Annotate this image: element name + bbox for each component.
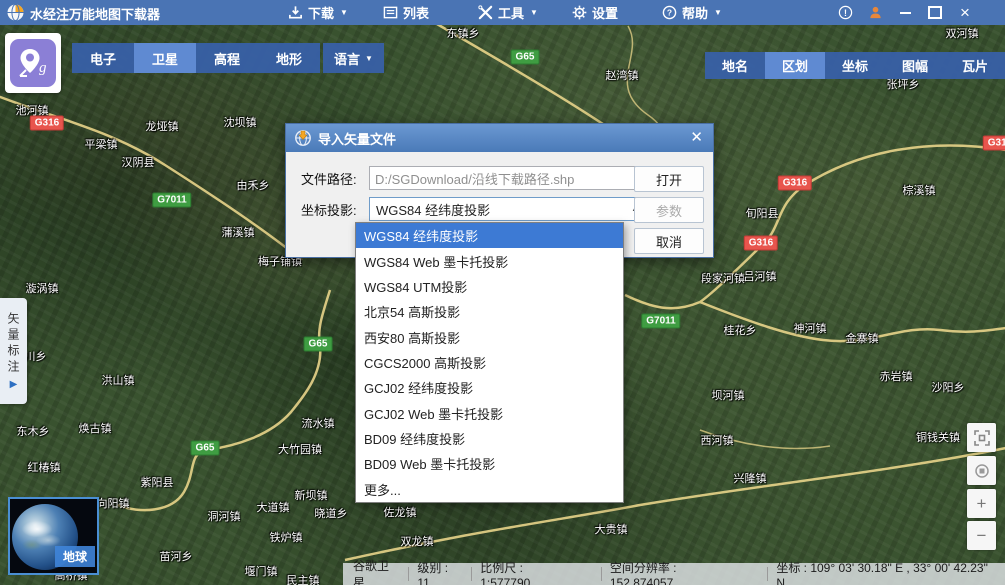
tab-satellite-map[interactable]: 卫星	[134, 43, 196, 73]
zoom-in-button[interactable]: +	[967, 489, 996, 518]
projection-option[interactable]: WGS84 UTM投影	[356, 274, 623, 299]
tab-admin-regions[interactable]: 区划	[765, 52, 825, 79]
chevron-down-icon: ▼	[714, 8, 722, 17]
user-icon	[868, 5, 883, 20]
info-icon: !	[838, 5, 853, 20]
svg-text:!: !	[844, 8, 847, 18]
dialog-titlebar[interactable]: 导入矢量文件 ✕	[286, 124, 713, 152]
minimize-button[interactable]	[892, 0, 918, 25]
divider	[471, 567, 472, 581]
chevron-right-icon: ▶	[10, 379, 18, 390]
svg-text:?: ?	[667, 8, 672, 18]
tab-elevation-map[interactable]: 高程	[196, 43, 258, 73]
cancel-button[interactable]: 取消	[634, 228, 704, 254]
minimize-icon	[900, 12, 911, 14]
menu-download[interactable]: 下载 ▼	[284, 0, 352, 25]
fullscreen-button[interactable]	[967, 423, 996, 452]
projection-label: 坐标投影:	[301, 200, 369, 219]
projection-dropdown: WGS84 经纬度投影WGS84 Web 墨卡托投影WGS84 UTM投影北京5…	[355, 222, 624, 503]
maximize-button[interactable]	[922, 0, 948, 25]
zoom-level-label: 级别 : 11	[417, 559, 463, 585]
open-button[interactable]: 打开	[634, 166, 704, 192]
chevron-down-icon: ▼	[530, 8, 538, 17]
user-account-button[interactable]	[862, 0, 888, 25]
app-window: 东镇乡双河镇赵湾镇张坪乡池河镇龙垭镇沈坝镇平梁镇汉阴县由禾乡棕溪镇旬阳县蒲溪镇梅…	[0, 0, 1005, 585]
fullscreen-icon	[974, 430, 990, 446]
menu-list-label: 列表	[403, 3, 429, 22]
projection-combobox[interactable]: WGS84 经纬度投影 ▲	[369, 197, 645, 221]
menu-download-label: 下载	[308, 3, 334, 22]
map-type-tabs: 电子 卫星 高程 地形	[72, 43, 320, 73]
params-button[interactable]: 参数	[634, 197, 704, 223]
tab-tiles[interactable]: 瓦片	[945, 52, 1005, 79]
title-bar: 水经注万能地图下载器 下载 ▼ 列表 工具 ▼	[0, 0, 1005, 25]
tab-coordinates[interactable]: 坐标	[825, 52, 885, 79]
projection-option[interactable]: BD09 经纬度投影	[356, 426, 623, 451]
locate-button[interactable]	[967, 456, 996, 485]
close-icon[interactable]: ✕	[690, 128, 703, 146]
tools-icon	[478, 5, 493, 20]
map-source-label: 谷歌卫星	[353, 557, 400, 585]
status-bar: 谷歌卫星 级别 : 11 比例尺 : 1:577790 空间分辨率 : 152.…	[343, 563, 1005, 585]
list-icon	[383, 5, 398, 20]
tab-place-names[interactable]: 地名	[705, 52, 765, 79]
projection-option[interactable]: WGS84 经纬度投影	[356, 223, 623, 248]
dialog-title: 导入矢量文件	[318, 129, 396, 148]
divider	[408, 567, 409, 581]
file-path-label: 文件路径:	[301, 169, 369, 188]
projection-option[interactable]: 西安80 高斯投影	[356, 324, 623, 349]
projection-option[interactable]: WGS84 Web 墨卡托投影	[356, 248, 623, 273]
chevron-down-icon: ▼	[340, 8, 348, 17]
download-icon	[288, 5, 303, 20]
menu-tools-label: 工具	[498, 3, 524, 22]
tab-map-sheets[interactable]: 图幅	[885, 52, 945, 79]
svg-text:g: g	[39, 60, 47, 76]
scale-label: 比例尺 : 1:577790	[480, 559, 575, 585]
projection-option[interactable]: GCJ02 经纬度投影	[356, 375, 623, 400]
divider	[601, 567, 602, 581]
chevron-down-icon: ▼	[365, 54, 373, 63]
projection-option[interactable]: 北京54 高斯投影	[356, 299, 623, 324]
language-dropdown-button[interactable]: 语言 ▼	[323, 43, 384, 73]
globe-label: 地球	[55, 546, 95, 567]
coordinates-label: 坐标 : 109° 03' 30.18" E , 33° 00' 42.23" …	[776, 559, 997, 585]
close-window-button[interactable]: ×	[952, 0, 978, 25]
geo-tool-button[interactable]: g	[5, 33, 61, 93]
locate-icon	[974, 463, 990, 479]
tab-electronic-map[interactable]: 电子	[72, 43, 134, 73]
app-logo-icon	[6, 3, 25, 22]
zoom-out-button[interactable]: −	[967, 521, 996, 550]
menu-help[interactable]: ? 帮助 ▼	[658, 0, 726, 25]
divider	[767, 567, 768, 581]
projection-option[interactable]: BD09 Web 墨卡托投影	[356, 451, 623, 476]
import-vector-icon	[294, 129, 312, 147]
menu-tools[interactable]: 工具 ▼	[474, 0, 542, 25]
language-label: 语言	[334, 49, 360, 68]
projection-option[interactable]: GCJ02 Web 墨卡托投影	[356, 401, 623, 426]
app-title: 水经注万能地图下载器	[30, 4, 160, 23]
overlay-tabs: 地名 区划 坐标 图幅 瓦片	[705, 52, 1005, 79]
menu-help-label: 帮助	[682, 3, 708, 22]
projection-option[interactable]: CGCS2000 高斯投影	[356, 350, 623, 375]
globe-view-thumbnail[interactable]: 地球	[8, 497, 99, 575]
gear-icon	[572, 5, 587, 20]
menu-list[interactable]: 列表	[379, 0, 433, 25]
file-path-input[interactable]	[369, 166, 639, 190]
projection-value: WGS84 经纬度投影	[376, 200, 490, 219]
tab-terrain-map[interactable]: 地形	[258, 43, 320, 73]
menu-settings[interactable]: 设置	[568, 0, 622, 25]
vector-panel-label: 矢量标注	[5, 312, 22, 376]
vector-annotation-panel-toggle[interactable]: 矢量标注 ▶	[0, 298, 27, 404]
menu-settings-label: 设置	[592, 3, 618, 22]
resolution-label: 空间分辨率 : 152.874057	[610, 559, 742, 585]
about-button[interactable]: !	[832, 0, 858, 25]
projection-option[interactable]: 更多...	[356, 477, 623, 502]
help-icon: ?	[662, 5, 677, 20]
maximize-icon	[928, 6, 942, 19]
location-pin-icon: g	[10, 39, 56, 87]
close-icon: ×	[960, 3, 970, 23]
